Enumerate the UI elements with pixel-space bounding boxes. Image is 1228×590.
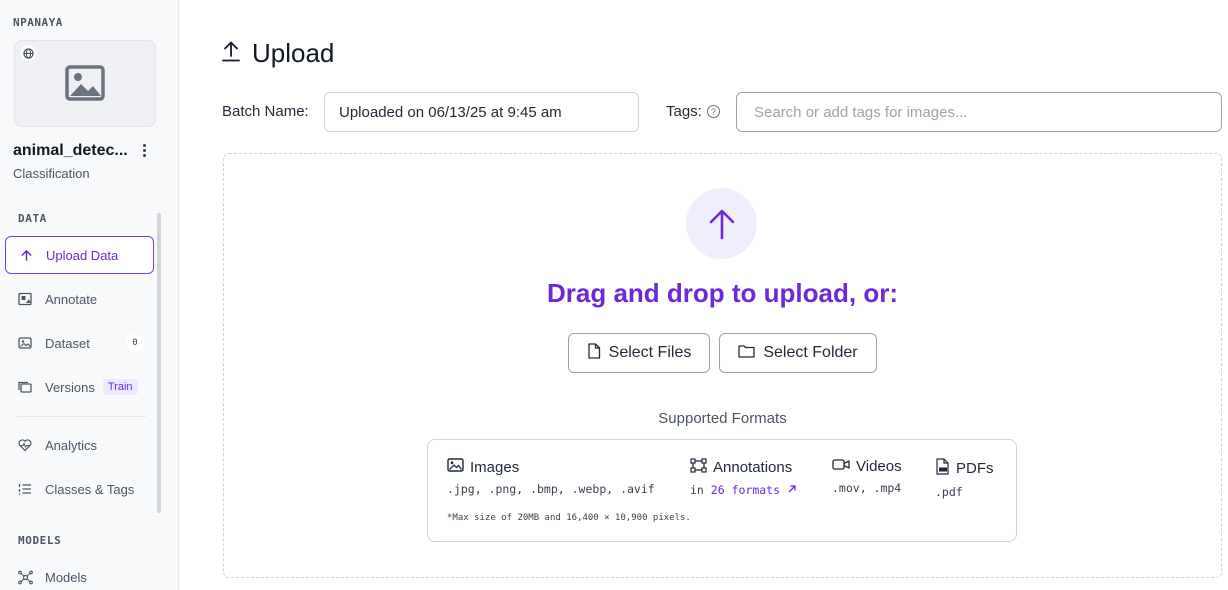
format-pdfs-detail: .pdf — [935, 485, 963, 499]
video-icon — [832, 458, 850, 475]
help-icon[interactable]: ? — [706, 105, 720, 118]
select-files-label: Select Files — [608, 344, 692, 361]
sidebar-scrollbar[interactable] — [157, 213, 161, 513]
page-title-text: Upload — [252, 38, 335, 68]
sidebar-item-dataset[interactable]: Dataset 0 — [5, 324, 154, 362]
sidebar-item-versions[interactable]: Versions Train — [5, 368, 154, 406]
pdf-icon — [935, 458, 950, 479]
format-pdfs-name: PDFs — [956, 460, 994, 477]
sidebar: NPANAYA animal_detec... Classification D… — [0, 0, 179, 590]
image-icon — [447, 458, 464, 476]
batch-name-label: Batch Name: — [222, 103, 309, 120]
dataset-icon — [17, 335, 33, 351]
tags-search-input[interactable] — [736, 92, 1222, 132]
bounding-box-icon — [690, 458, 707, 477]
select-folder-label: Select Folder — [763, 344, 858, 361]
sidebar-item-label: Versions — [45, 379, 95, 395]
sidebar-divider — [17, 416, 146, 417]
formats-link[interactable]: 26 formats — [711, 483, 797, 497]
analytics-icon — [17, 437, 33, 453]
upload-arrow-icon — [686, 188, 757, 259]
format-annotations: Annotations in 26 formats — [690, 458, 797, 497]
format-annotations-name: Annotations — [713, 459, 793, 476]
format-videos-detail: .mov, .mp4 — [832, 481, 902, 495]
tags-label-text: Tags: — [666, 103, 702, 120]
page-title: Upload — [222, 38, 334, 69]
project-menu-icon[interactable] — [137, 141, 151, 159]
train-badge[interactable]: Train — [102, 379, 138, 395]
format-pdfs: PDFs .pdf — [935, 458, 994, 499]
format-annotations-detail: in 26 formats — [690, 483, 797, 497]
supported-formats-label: Supported Formats — [658, 410, 787, 427]
upload-icon — [222, 38, 240, 69]
sidebar-item-upload-data[interactable]: Upload Data — [5, 236, 154, 274]
sidebar-item-analytics[interactable]: Analytics — [5, 426, 154, 464]
batch-name-input[interactable] — [324, 92, 639, 132]
sidebar-item-label: Analytics — [45, 437, 98, 453]
tags-label: Tags: ? — [666, 103, 720, 120]
dataset-count-badge: 0 — [126, 334, 144, 352]
select-folder-button[interactable]: Select Folder — [719, 333, 877, 373]
versions-icon — [17, 379, 33, 395]
sidebar-item-label: Annotate — [45, 291, 98, 307]
globe-icon — [20, 45, 36, 61]
project-name[interactable]: animal_detec... — [13, 142, 128, 160]
format-images-name: Images — [470, 458, 520, 476]
workspace-name[interactable]: NPANAYA — [13, 16, 63, 29]
sidebar-item-label: Classes & Tags — [45, 481, 135, 497]
sidebar-item-label: Upload Data — [46, 247, 119, 263]
drag-drop-headline: Drag and drop to upload, or: — [547, 278, 898, 308]
format-images-detail: .jpg, .png, .bmp, .webp, .avif — [447, 482, 655, 496]
models-section-label: MODELS — [18, 534, 62, 547]
select-files-button[interactable]: Select Files — [568, 333, 710, 373]
sidebar-item-label: Dataset — [45, 335, 90, 351]
project-type: Classification — [13, 166, 90, 181]
sidebar-item-classes-tags[interactable]: Classes & Tags — [5, 470, 154, 508]
sidebar-item-annotate[interactable]: Annotate — [5, 280, 154, 318]
sidebar-item-models[interactable]: Models — [5, 558, 154, 590]
folder-icon — [738, 344, 756, 363]
external-link-icon — [787, 483, 797, 497]
formats-link-text: 26 formats — [710, 483, 781, 497]
format-videos-name: Videos — [856, 458, 902, 475]
file-icon — [587, 342, 601, 364]
format-videos: Videos .mov, .mp4 — [832, 458, 902, 495]
sidebar-item-label: Models — [45, 569, 87, 585]
image-placeholder-icon — [65, 65, 105, 106]
models-icon — [17, 569, 33, 585]
data-section-label: DATA — [18, 212, 47, 225]
upload-arrow-icon — [18, 247, 34, 263]
list-icon — [17, 481, 33, 497]
annotate-icon — [17, 291, 33, 307]
max-size-note: *Max size of 20MB and 16,400 × 10,900 pi… — [447, 513, 691, 523]
project-thumbnail[interactable] — [14, 40, 156, 127]
format-images: Images .jpg, .png, .bmp, .webp, .avif — [447, 458, 655, 496]
annotations-prefix: in — [690, 483, 704, 497]
